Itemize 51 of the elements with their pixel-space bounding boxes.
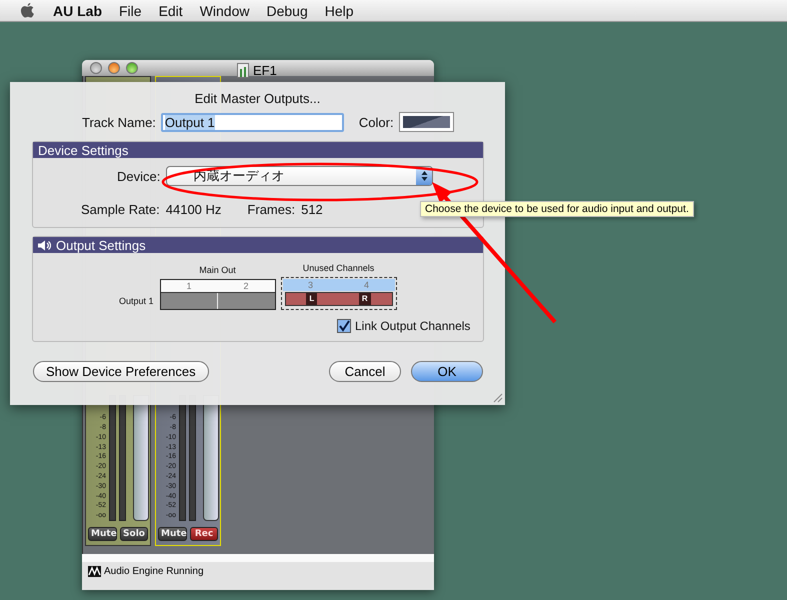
strip-button[interactable]: Solo — [120, 526, 148, 541]
assignment-bar[interactable]: L R — [284, 292, 393, 306]
menu-item[interactable]: AU Lab — [53, 2, 102, 18]
push-button[interactable]: Cancel — [329, 361, 401, 382]
dialog-title: Edit Master Outputs... — [194, 91, 322, 106]
channel-group[interactable]: 3 4 L R — [280, 277, 397, 310]
menu-item[interactable]: File — [119, 2, 142, 18]
strip-button[interactable]: Mute — [88, 526, 117, 541]
stepper-arrows-icon — [420, 170, 428, 182]
sample-rate-value: 44100 Hz — [166, 202, 222, 217]
push-button[interactable]: OK — [411, 361, 483, 382]
color-label: Color: — [358, 114, 394, 130]
channel-group[interactable]: 1 2 — [160, 279, 276, 310]
frames-label: Frames: — [247, 202, 296, 217]
menu-item[interactable]: Edit — [158, 2, 183, 18]
channel-number: 2 — [242, 280, 250, 292]
status-text: Audio Engine Running — [104, 566, 204, 578]
channel-group-label: Unused Channels — [302, 263, 374, 273]
section-header: Output Settings — [56, 238, 146, 252]
color-well[interactable] — [398, 112, 454, 132]
menu-item[interactable]: Window — [200, 2, 250, 18]
track-name-field[interactable]: Output 1 — [160, 112, 344, 132]
device-label: Device: — [117, 168, 160, 184]
channel-number: 1 — [186, 280, 193, 292]
window-title: EF1 — [253, 63, 277, 78]
speaker-icon — [38, 240, 51, 250]
channel-number: 4 — [363, 279, 370, 291]
tooltip: Choose the device to be used for audio input and output. — [420, 201, 694, 217]
strip-button[interactable]: Rec — [190, 526, 218, 541]
device-popup[interactable]: 内蔵オーディオ — [166, 166, 434, 186]
sample-rate-label: Sample Rate: — [81, 202, 160, 217]
checkbox[interactable] — [337, 319, 351, 333]
apple-logo-icon[interactable] — [20, 2, 35, 19]
push-button[interactable]: Show Device Preferences — [33, 361, 209, 382]
zoom-button[interactable] — [126, 62, 138, 74]
close-button[interactable] — [90, 62, 102, 74]
strip-button[interactable]: Mute — [158, 526, 187, 541]
channel-tag: R — [358, 293, 371, 305]
channel-number: 3 — [307, 279, 314, 291]
checkbox-label: Link Output Channels — [355, 319, 470, 333]
waveform-icon — [88, 566, 101, 578]
menu-item[interactable]: Help — [324, 2, 354, 18]
section-header: Device Settings — [33, 142, 483, 158]
frames-value: 512 — [301, 202, 323, 217]
menu-item[interactable]: Debug — [266, 2, 308, 18]
channel-group-label: Main Out — [199, 265, 236, 275]
output-row-label: Output 1 — [119, 296, 154, 306]
track-name-label: Track Name: — [82, 114, 156, 130]
resize-grip-icon[interactable] — [493, 393, 503, 403]
minimize-button[interactable] — [108, 62, 120, 74]
channel-tag: L — [306, 293, 318, 305]
